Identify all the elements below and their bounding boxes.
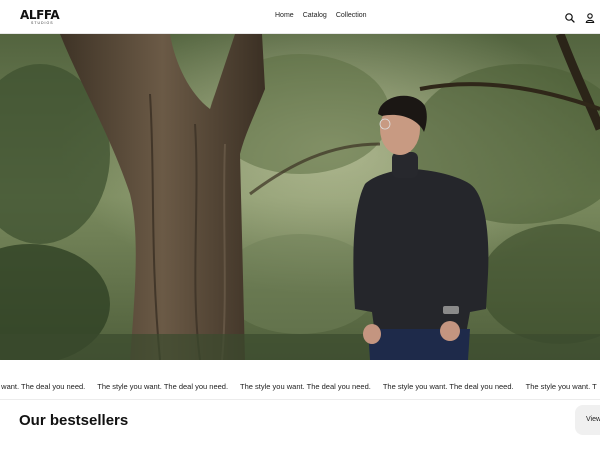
logo[interactable]: ALFFA STUDIOS [20,8,60,26]
marquee-item: The style you want. The deal you need. [382,382,514,391]
nav-catalog[interactable]: Catalog [303,12,327,19]
hero-banner [0,34,600,360]
account-icon[interactable] [584,11,596,24]
nav-home[interactable]: Home [275,12,294,19]
marquee-item: you want. The deal you need. [0,382,86,391]
marquee-track: you want. The deal you need. The style y… [0,382,600,391]
site-header: ALFFA STUDIOS Home Catalog Collection [0,0,600,34]
logo-subtitle: STUDIOS [31,21,54,25]
hero-image [0,34,600,360]
marquee-item: The style you want. The deal you need. [97,382,229,391]
section-title: Our bestsellers [19,412,129,429]
search-icon[interactable] [564,11,576,23]
main-nav: Home Catalog Collection [275,12,376,19]
logo-wordmark: ALFFA [20,8,60,22]
promo-marquee: you want. The deal you need. The style y… [0,360,600,400]
marquee-item: The style you want. T [525,382,597,391]
nav-collection[interactable]: Collection [336,12,367,19]
view-all-button[interactable]: View all [575,405,600,435]
header-icons [564,11,596,24]
marquee-item: The style you want. The deal you need. [240,382,371,391]
